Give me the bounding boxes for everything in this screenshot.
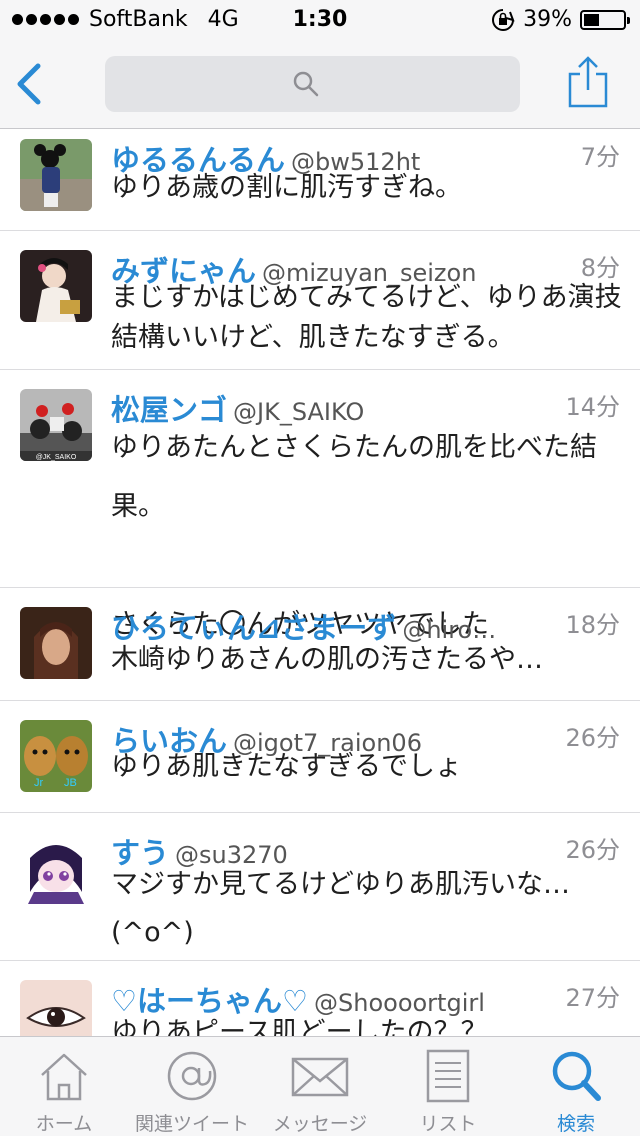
tab-related[interactable]: 関連ツイート <box>128 1037 256 1136</box>
list-icon <box>426 1049 470 1103</box>
tweet-text: ゆりあピース肌どーしたの？？ <box>111 1017 488 1036</box>
navigation-bar <box>0 40 640 129</box>
avatar-label-left: Jr <box>34 777 44 789</box>
tweet-time: 27分 <box>557 978 620 1013</box>
tweet-text: ゆりあ歳の割に肌汚すぎね。 <box>111 172 462 203</box>
search-input[interactable] <box>105 56 520 112</box>
battery-level <box>584 13 599 26</box>
tweet-time: 26分 <box>557 830 620 865</box>
tab-label: リスト <box>419 1113 477 1135</box>
search-icon <box>293 71 319 97</box>
tab-label: 検索 <box>556 1113 595 1135</box>
avatar[interactable] <box>20 980 92 1036</box>
tweet-text: 木崎ゆりあさんの肌の汚さたるや… <box>111 644 543 675</box>
tweet-text: マジすか見てるけどゆりあ肌汚いな… (^o^) <box>111 869 570 948</box>
avatar[interactable] <box>20 139 92 211</box>
tab-home[interactable]: ホーム <box>0 1037 128 1136</box>
tweet-row[interactable]: ゆるるんるん @bw512ht 7分 ゆりあ歳の割に肌汚すぎね。 <box>0 130 640 231</box>
tweet-row[interactable]: すう @su3270 26分 マジすか見てるけどゆりあ肌汚いな… (^o^) <box>0 813 640 961</box>
tweet-time: 7分 <box>572 137 620 172</box>
tweet-text: ゆりあ肌きたなすぎるでしょ <box>111 751 462 782</box>
tweet-list[interactable]: ゆるるんるん @bw512ht 7分 ゆりあ歳の割に肌汚すぎね。 みずにゃん @mi… <box>0 130 640 1036</box>
home-icon <box>41 1053 87 1101</box>
avatar[interactable] <box>20 832 92 904</box>
tab-label: 関連ツイート <box>134 1113 249 1135</box>
tweet-time: 18分 <box>557 605 620 640</box>
tab-search[interactable]: 検索 <box>512 1037 640 1136</box>
avatar[interactable]: Jr JB <box>20 720 92 792</box>
envelope-icon <box>291 1057 349 1097</box>
status-bar: SoftBank 4G 1:30 39% <box>0 0 640 40</box>
tweet-row[interactable]: みずにゃん @mizuyan_seizon 8分 まじすかはじめてみてるけど、ゆり… <box>0 231 640 370</box>
battery-icon <box>580 9 630 30</box>
tab-label: ホーム <box>35 1113 93 1135</box>
battery-percent: 39% <box>523 7 572 32</box>
avatar-watermark: @JK_SAIKO <box>36 454 77 461</box>
avatar[interactable] <box>20 607 92 679</box>
at-icon <box>167 1051 217 1101</box>
chevron-left-icon[interactable] <box>14 62 44 106</box>
tweet-row[interactable]: ♡はーちゃん♡ @Shoooortgirl 27分 ゆりあピース肌どーしたの？？ <box>0 961 640 1036</box>
search-icon <box>552 1051 601 1101</box>
tab-messages[interactable]: メッセージ <box>256 1037 384 1136</box>
share-icon[interactable] <box>566 54 610 110</box>
tweet-row[interactable]: Jr JB らいおん @igot7_raion06 26分 ゆりあ肌きたなすぎるで… <box>0 701 640 813</box>
tweet-row[interactable]: ひろてぃん⊿さまーず @hiro… 18分 木崎ゆりあさんの肌の汚さたるや… <box>0 588 640 701</box>
tweet-row[interactable]: @JK_SAIKO 松屋ンゴ @JK_SAIKO 14分 ゆりあたんとさくらたんの… <box>0 370 640 640</box>
tab-bar: ホーム 関連ツイート メッセージ リスト 検索 <box>0 1036 640 1136</box>
rotation-lock-icon <box>492 8 515 31</box>
tweet-time: 14分 <box>557 387 620 422</box>
avatar[interactable]: @JK_SAIKO <box>20 389 92 461</box>
tab-label: メッセージ <box>272 1113 368 1135</box>
tweet-text: まじすかはじめてみてるけど、ゆりあ演技結構いいけど、肌きたなすぎる。 <box>111 282 622 353</box>
avatar-label-right: JB <box>64 777 77 789</box>
tab-lists[interactable]: リスト <box>384 1037 512 1136</box>
avatar[interactable] <box>20 250 92 322</box>
